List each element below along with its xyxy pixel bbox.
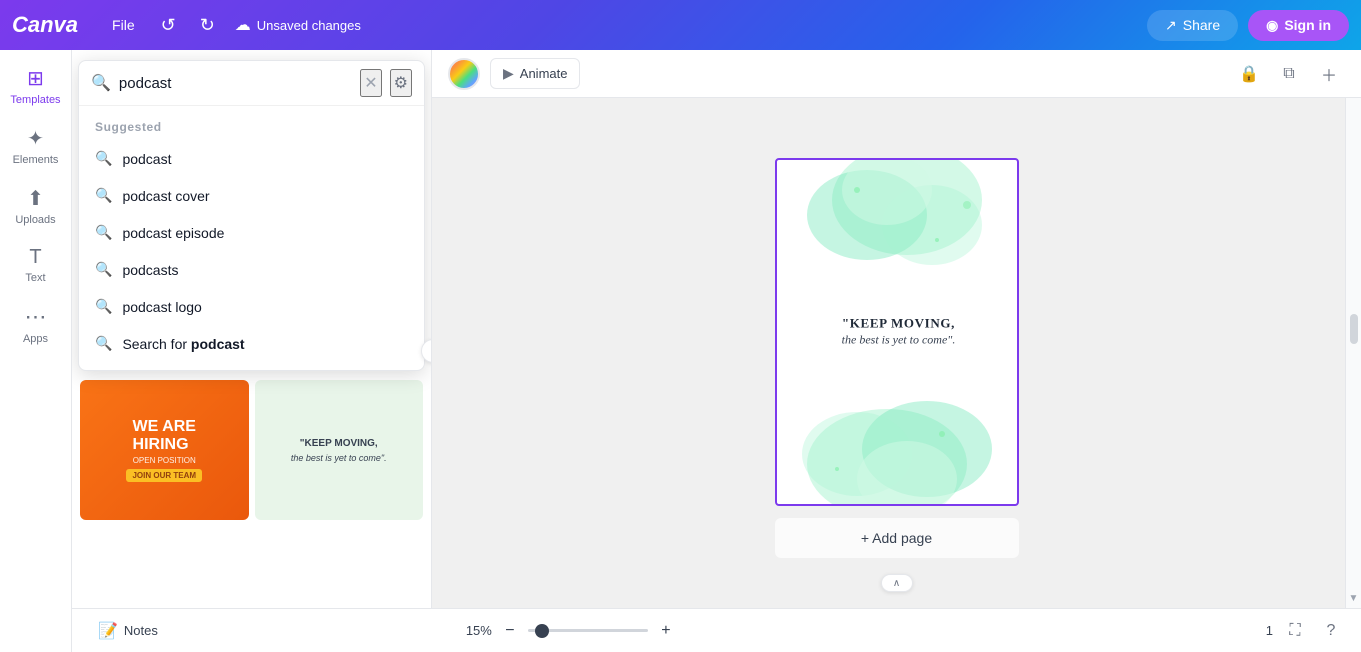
page-number: 1 (1266, 623, 1273, 638)
scroll-right-area: ▲ ▼ (1345, 50, 1361, 608)
search-item-text: podcast cover (122, 188, 209, 204)
scroll-thumb[interactable] (1350, 314, 1358, 344)
fullscreen-button[interactable]: ⛶ (1281, 617, 1309, 645)
sidebar-item-elements[interactable]: ✦ Elements (4, 118, 68, 174)
bottom-bar: 📝 Notes 15% − + 1 ⛶ ? (72, 608, 1361, 652)
search-item-text: podcast episode (122, 225, 224, 241)
quote-script: the best is yet to come". (799, 332, 999, 349)
keep-moving-quote-script: the best is yet to come". (291, 453, 387, 463)
add-page-button[interactable]: + Add page (775, 518, 1019, 558)
lock-button[interactable]: 🔒 (1233, 58, 1265, 90)
canvas-toolbar: ▶ Animate 🔒 ⧉ ＋ (432, 50, 1361, 98)
search-item-icon: 🔍 (95, 224, 112, 241)
toolbar-right: 🔒 ⧉ ＋ (1233, 58, 1345, 90)
search-item-icon: 🔍 (95, 150, 112, 167)
template-thumb-hiring[interactable]: WE AREHIRING OPEN POSITION JOIN OUR TEAM (80, 380, 249, 520)
share-icon: ↗ (1165, 17, 1177, 34)
bottom-right: 1 ⛶ ? (1266, 617, 1345, 645)
sidebar-item-apps[interactable]: ⋯ Apps (4, 296, 68, 353)
canvas-area: ▶ Animate 🔒 ⧉ ＋ (432, 50, 1361, 652)
sidebar-item-label: Templates (10, 94, 60, 106)
zoom-plus-button[interactable]: + (654, 619, 678, 643)
search-item-text: Search for podcast (122, 336, 244, 352)
templates-icon: ⊞ (27, 66, 44, 91)
hiring-sub: OPEN POSITION (133, 456, 196, 465)
sidebar: ⊞ Templates ✦ Elements ⬆ Uploads T Text … (0, 50, 72, 652)
search-item-icon: 🔍 (95, 335, 112, 352)
watercolor-top (777, 160, 1019, 280)
share-button[interactable]: ↗ Share (1147, 10, 1238, 41)
scroll-thumb-area (1350, 65, 1358, 593)
signin-button[interactable]: ◉ Sign in (1248, 10, 1349, 41)
zoom-slider[interactable] (528, 629, 648, 632)
undo-button[interactable]: ↺ (153, 11, 184, 40)
zoom-controls: 15% − + (466, 619, 678, 643)
search-item-icon: 🔍 (95, 261, 112, 278)
search-item-podcasts[interactable]: 🔍 podcasts (79, 251, 424, 288)
color-swatch[interactable] (448, 58, 480, 90)
sidebar-item-label: Elements (13, 154, 59, 166)
uploads-icon: ⬆ (27, 186, 44, 211)
show-pages-button[interactable]: ∧ (881, 574, 913, 592)
animate-button[interactable]: ▶ Animate (490, 58, 580, 89)
sidebar-item-label: Apps (23, 333, 48, 345)
search-item-icon: 🔍 (95, 187, 112, 204)
redo-button[interactable]: ↻ (192, 11, 223, 40)
apps-icon: ⋯ (25, 304, 47, 330)
canvas-content: "KEEP MOVING, the best is yet to come". (432, 98, 1361, 652)
hiring-title: WE AREHIRING (133, 418, 196, 453)
search-icon: 🔍 (91, 73, 111, 93)
notes-icon: 📝 (98, 621, 118, 641)
topbar-right: ↗ Share ◉ Sign in (1147, 10, 1349, 41)
notes-button[interactable]: 📝 Notes (88, 617, 168, 645)
hiring-badge: JOIN OUR TEAM (126, 469, 202, 482)
topbar: Canva File ↺ ↻ ☁ Unsaved changes ↗ Share… (0, 0, 1361, 50)
unsaved-status: ☁ Unsaved changes (235, 15, 361, 35)
canva-logo: Canva (12, 12, 78, 38)
search-item-podcast[interactable]: 🔍 podcast (79, 140, 424, 177)
design-card-inner: "KEEP MOVING, the best is yet to come". (777, 160, 1019, 504)
search-input-row: 🔍 ✕ ⚙ (79, 61, 424, 106)
search-suggested-label: Suggested (79, 114, 424, 140)
quote-area: "KEEP MOVING, the best is yet to come". (799, 316, 999, 349)
sidebar-item-label: Uploads (15, 214, 55, 226)
left-panel: WE AREHIRING OPEN POSITION JOIN OUR TEAM… (72, 50, 432, 652)
search-item-text: podcast (122, 151, 171, 167)
design-card[interactable]: "KEEP MOVING, the best is yet to come". (775, 158, 1019, 506)
main-layout: ⊞ Templates ✦ Elements ⬆ Uploads T Text … (0, 0, 1361, 652)
search-item-icon: 🔍 (95, 298, 112, 315)
text-icon: T (29, 246, 41, 269)
keep-moving-quote-main: "KEEP MOVING, (300, 438, 378, 449)
watercolor-bottom (777, 394, 1019, 504)
search-dropdown: Suggested 🔍 podcast 🔍 podcast cover 🔍 po… (79, 106, 424, 370)
add-button[interactable]: ＋ (1313, 58, 1345, 90)
copy-button[interactable]: ⧉ (1273, 58, 1305, 90)
search-input[interactable] (119, 75, 352, 92)
template-thumb-keep-moving[interactable]: "KEEP MOVING, the best is yet to come". (255, 380, 424, 520)
search-item-podcast-cover[interactable]: 🔍 podcast cover (79, 177, 424, 214)
search-filter-button[interactable]: ⚙ (390, 69, 412, 97)
search-clear-button[interactable]: ✕ (360, 69, 381, 97)
zoom-minus-button[interactable]: − (498, 619, 522, 643)
search-item-podcast-episode[interactable]: 🔍 podcast episode (79, 214, 424, 251)
elements-icon: ✦ (27, 126, 44, 151)
search-item-search-for-podcast[interactable]: 🔍 Search for podcast (79, 325, 424, 362)
sidebar-item-templates[interactable]: ⊞ Templates (4, 58, 68, 114)
user-icon: ◉ (1266, 17, 1278, 34)
zoom-percent: 15% (466, 623, 492, 638)
sidebar-item-label: Text (25, 272, 45, 284)
file-menu[interactable]: File (102, 13, 145, 37)
help-button[interactable]: ? (1317, 617, 1345, 645)
sidebar-item-uploads[interactable]: ⬆ Uploads (4, 178, 68, 234)
quote-main: "KEEP MOVING, (799, 316, 999, 332)
search-item-text: podcasts (122, 262, 178, 278)
search-item-podcast-logo[interactable]: 🔍 podcast logo (79, 288, 424, 325)
search-item-text: podcast logo (122, 299, 201, 315)
cloud-icon: ☁ (235, 15, 251, 35)
play-icon: ▶ (503, 65, 514, 82)
scroll-down-arrow[interactable]: ▼ (1349, 593, 1359, 604)
sidebar-item-text[interactable]: T Text (4, 238, 68, 292)
search-box: 🔍 ✕ ⚙ Suggested 🔍 podcast 🔍 podcast cove… (78, 60, 425, 371)
